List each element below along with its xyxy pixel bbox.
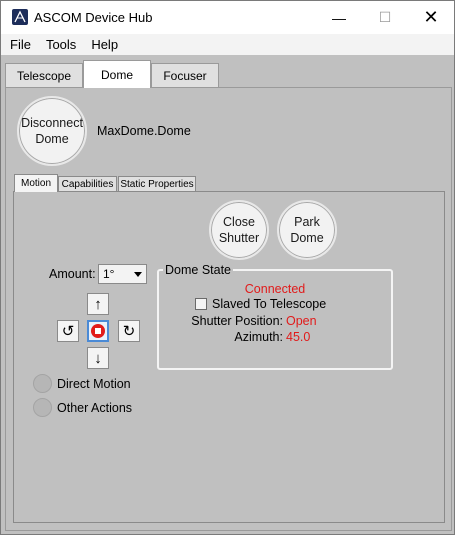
checkbox-icon (195, 298, 207, 310)
tab-motion[interactable]: Motion (14, 174, 58, 192)
park-label-line1: Park (294, 215, 320, 229)
title-bar: ASCOM Device Hub — ☐ ✕ (1, 1, 454, 34)
menu-file[interactable]: File (4, 37, 37, 52)
device-name: MaxDome.Dome (97, 124, 191, 138)
menu-bar: File Tools Help (1, 34, 454, 55)
window-title: ASCOM Device Hub (34, 10, 153, 25)
close-shutter-label-line1: Close (223, 215, 255, 229)
direct-motion-label: Direct Motion (57, 376, 131, 391)
stop-button[interactable] (87, 320, 109, 342)
arrow-down-icon: ↓ (94, 349, 102, 367)
amount-select[interactable]: 1° (98, 264, 147, 284)
park-label-line2: Dome (290, 231, 324, 245)
chevron-down-icon (134, 272, 142, 277)
menu-tools[interactable]: Tools (40, 37, 82, 52)
close-shutter-label-line2: Shutter (218, 231, 260, 245)
slaved-label: Slaved To Telescope (212, 297, 327, 311)
arrow-up-icon: ↑ (94, 295, 102, 313)
tab-focuser[interactable]: Focuser (151, 63, 219, 88)
connection-status: Connected (244, 282, 306, 296)
radio-circle-icon (33, 398, 52, 417)
maximize-button[interactable]: ☐ (362, 1, 408, 34)
shutter-position-value: Open (286, 314, 317, 328)
stop-icon (91, 324, 105, 338)
other-actions-label: Other Actions (57, 400, 133, 415)
amount-value: 1° (103, 267, 115, 281)
tab-telescope[interactable]: Telescope (5, 63, 83, 88)
radio-circle-icon (33, 374, 52, 393)
rotate-cw-button[interactable]: ↻ (118, 320, 140, 342)
shutter-position-label: Shutter Position: (191, 314, 283, 328)
azimuth-value: 45.0 (286, 330, 311, 344)
tab-static-properties[interactable]: Static Properties (118, 176, 196, 192)
close-shutter-button[interactable]: Close Shutter (209, 200, 269, 260)
tab-capabilities[interactable]: Capabilities (58, 176, 117, 192)
move-down-button[interactable]: ↓ (87, 347, 109, 369)
park-dome-button[interactable]: Park Dome (277, 200, 337, 260)
move-up-button[interactable]: ↑ (87, 293, 109, 315)
tab-dome[interactable]: Dome (83, 60, 151, 88)
main-window: ASCOM Device Hub — ☐ ✕ File Tools Help T… (0, 0, 455, 535)
rotate-cw-icon: ↻ (122, 323, 136, 340)
rotate-ccw-button[interactable]: ↺ (57, 320, 79, 342)
disconnect-label-line2: Dome (35, 132, 69, 146)
azimuth-label: Azimuth: (234, 330, 283, 344)
other-actions-radio[interactable]: Other Actions (33, 398, 132, 417)
close-button[interactable]: ✕ (408, 1, 454, 34)
dome-state-title: Dome State (163, 263, 234, 277)
disconnect-label-line1: Disconnect (21, 116, 83, 130)
amount-label: Amount: (49, 267, 96, 281)
menu-help[interactable]: Help (85, 37, 124, 52)
direct-motion-radio[interactable]: Direct Motion (33, 374, 131, 393)
ascom-logo-icon (12, 9, 28, 25)
minimize-button[interactable]: — (316, 1, 362, 34)
rotate-ccw-icon: ↺ (61, 323, 75, 340)
disconnect-dome-button[interactable]: Disconnect Dome (17, 96, 87, 166)
slaved-to-telescope-checkbox[interactable]: Slaved To Telescope (195, 297, 326, 311)
